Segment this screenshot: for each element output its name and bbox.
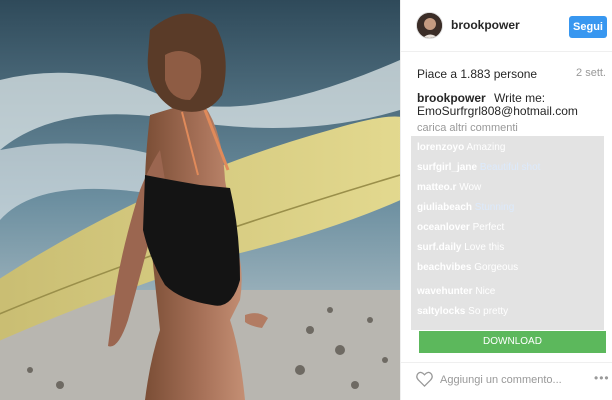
avatar-image bbox=[417, 13, 442, 38]
username-link[interactable]: brookpower bbox=[451, 18, 520, 32]
comment-text: Amazing bbox=[466, 142, 506, 153]
comment-text: Gorgeous bbox=[474, 262, 519, 273]
comment-item: beachvibes Gorgeous bbox=[417, 262, 518, 273]
comment-user[interactable]: matteo.r bbox=[417, 182, 456, 193]
heart-icon-graphic bbox=[416, 371, 433, 387]
post-photo[interactable] bbox=[0, 0, 400, 400]
comment-item: wavehunter Nice bbox=[417, 286, 495, 297]
post-time[interactable]: 2 sett. bbox=[576, 67, 606, 79]
more-options-icon[interactable]: ••• bbox=[594, 371, 610, 385]
download-button[interactable]: DOWNLOAD bbox=[419, 331, 606, 353]
post-photo-image bbox=[0, 0, 400, 400]
comment-text: Love this bbox=[464, 242, 505, 253]
comment-text: Perfect bbox=[472, 222, 505, 233]
post-sidebar: brookpower Segui Piace a 1.883 persone 2… bbox=[400, 0, 612, 400]
caption-username[interactable]: brookpower bbox=[417, 91, 486, 105]
comment-user[interactable]: surfgirl_jane bbox=[417, 162, 477, 173]
caption-text: Write me: bbox=[494, 91, 546, 105]
comment-text: Wow bbox=[459, 182, 482, 193]
comment-text: Nice bbox=[475, 286, 496, 297]
comment-text: Beautiful shot bbox=[479, 162, 541, 173]
caption-email: EmoSurfrgrl808@hotmail.com bbox=[417, 104, 578, 118]
comment-footer: Aggiungi un commento... ••• bbox=[401, 362, 612, 400]
comment-item: giuliabeach Stunning bbox=[417, 202, 514, 213]
comment-item: saltylocks So pretty bbox=[417, 306, 508, 317]
comment-item: oceanlover Perfect bbox=[417, 222, 504, 233]
comment-user[interactable]: giuliabeach bbox=[417, 202, 472, 213]
comment-item: matteo.r Wow bbox=[417, 182, 481, 193]
comment-item: lorenzoyo Amazing bbox=[417, 142, 505, 153]
comments-list: lorenzoyo Amazing surfgirl_jane Beautifu… bbox=[411, 136, 604, 330]
comment-user[interactable]: saltylocks bbox=[417, 306, 465, 317]
follow-button[interactable]: Segui bbox=[569, 16, 607, 38]
comment-user[interactable]: oceanlover bbox=[417, 222, 470, 233]
comment-text: So pretty bbox=[468, 306, 509, 317]
load-more-comments[interactable]: carica altri commenti bbox=[417, 122, 518, 134]
comment-user[interactable]: beachvibes bbox=[417, 262, 471, 273]
add-comment-input[interactable]: Aggiungi un commento... bbox=[440, 374, 562, 386]
likes-count[interactable]: Piace a 1.883 persone bbox=[417, 67, 537, 81]
comment-user[interactable]: surf.daily bbox=[417, 242, 461, 253]
comment-item: surf.daily Love this bbox=[417, 242, 504, 253]
comment-user[interactable]: wavehunter bbox=[417, 286, 473, 297]
comment-text: Stunning bbox=[474, 202, 515, 213]
post-header: brookpower Segui bbox=[401, 0, 612, 52]
comment-item: surfgirl_jane Beautiful shot bbox=[417, 162, 540, 173]
comment-user[interactable]: lorenzoyo bbox=[417, 142, 464, 153]
heart-icon[interactable] bbox=[416, 371, 433, 392]
avatar[interactable] bbox=[416, 12, 443, 39]
